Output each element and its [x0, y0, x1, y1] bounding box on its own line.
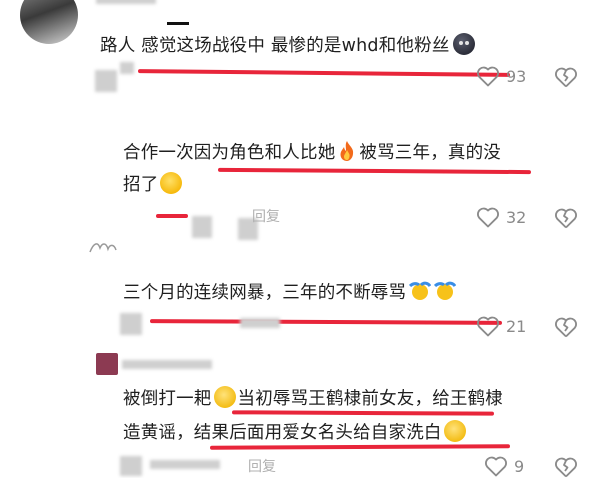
dark-face-emoji-icon	[452, 33, 475, 55]
meta-blurred	[120, 313, 142, 335]
comment-4-line1-a: 被倒打一耙	[123, 389, 212, 409]
comment-text: 三个月的连续网暴，三年的不断辱骂	[123, 280, 457, 305]
pleading-emoji-icon	[443, 420, 466, 442]
comment-4-line1-b: 当初辱骂王鹤棣前女友，给王鹤棣	[237, 389, 503, 409]
username-blurred	[96, 0, 156, 4]
broken-heart-icon[interactable]	[554, 66, 578, 88]
crying-emoji-icon	[434, 281, 457, 300]
fire-emoji-icon	[340, 141, 354, 161]
meta-blurred	[150, 460, 220, 469]
broken-heart-icon[interactable]	[554, 456, 578, 478]
like-button[interactable]: 93	[476, 65, 526, 87]
comment-2-line1-after: 被骂三年，真的没	[359, 143, 502, 163]
comment-text: 招了	[123, 172, 183, 197]
comment-3-text: 三个月的连续网暴，三年的不断辱骂	[123, 283, 407, 303]
comment-text: 被倒打一耙 当初辱骂王鹤棣前女友，给王鹤棣	[123, 386, 503, 411]
broken-heart-icon[interactable]	[554, 316, 578, 338]
avatar[interactable]	[88, 240, 118, 254]
like-count: 9	[514, 456, 525, 476]
smile-emoji-icon	[160, 172, 183, 194]
comment-text: 造黄谣，结果后面用爱女名头给自家洗白	[123, 420, 468, 445]
red-underline	[149, 319, 503, 325]
comment-1-text: 路人 感觉这场战役中 最惨的是whd和他粉丝	[100, 36, 450, 56]
red-underline	[217, 167, 532, 175]
heart-icon	[485, 456, 507, 477]
heart-icon	[477, 66, 499, 87]
red-underline	[209, 444, 511, 450]
heart-icon	[477, 316, 499, 337]
like-count: 93	[506, 66, 527, 86]
comment-2-line1: 合作一次因为角色和人比她	[123, 143, 336, 163]
like-button[interactable]: 32	[476, 206, 526, 228]
like-count: 32	[506, 207, 527, 227]
comment-text: 合作一次因为角色和人比她 被骂三年，真的没	[123, 140, 501, 165]
crying-emoji-icon	[409, 281, 432, 300]
pleading-emoji-icon	[213, 386, 236, 408]
avatar[interactable]	[20, 0, 78, 44]
red-underline	[137, 69, 511, 77]
red-underline	[156, 214, 188, 218]
like-count: 21	[506, 316, 527, 336]
reply-button[interactable]: 回复	[252, 206, 280, 226]
meta-blurred	[95, 70, 117, 92]
comment-4-line2: 造黄谣，结果后面用爱女名头给自家洗白	[123, 423, 442, 443]
broken-heart-icon[interactable]	[554, 207, 578, 229]
avatar[interactable]	[96, 353, 118, 375]
reply-button[interactable]: 回复	[248, 456, 276, 476]
heart-icon	[477, 207, 499, 228]
comment-2-line2: 招了	[123, 175, 159, 195]
text-cursor-mark	[167, 22, 189, 25]
meta-blurred	[120, 456, 142, 476]
meta-blurred	[240, 318, 280, 328]
meta-blurred	[192, 216, 212, 238]
meta-blurred	[120, 62, 134, 74]
like-button[interactable]: 21	[476, 315, 526, 337]
comment-text: 路人 感觉这场战役中 最惨的是whd和他粉丝	[100, 33, 475, 58]
username-blurred	[122, 360, 212, 369]
like-button[interactable]: 9	[484, 455, 524, 477]
red-underline	[231, 410, 495, 416]
